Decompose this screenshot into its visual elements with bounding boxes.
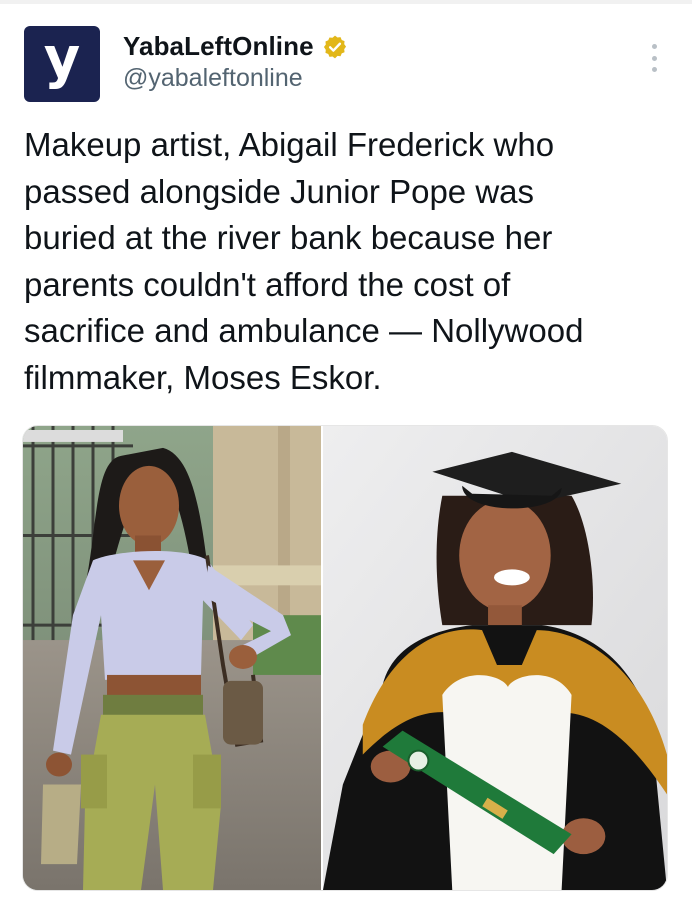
author-name-row: YabaLeftOnline [123,31,348,62]
author-handle[interactable]: @yabaleftonline [123,64,303,93]
tweet-text: Makeup artist, Abigail Frederick who pas… [24,126,584,396]
woman-in-green-cargo-pants-image [23,426,321,890]
media-grid [22,425,668,891]
tweet-post: y YabaLeftOnline @yabaleftonline Makeup … [0,0,692,900]
author-display-name[interactable]: YabaLeftOnline [123,31,314,62]
right-photo[interactable] [321,426,667,890]
more-options-icon[interactable] [644,42,664,74]
graduate-in-gown-image [323,426,667,890]
more-dot [651,44,657,49]
more-dot [651,55,657,61]
author-avatar[interactable]: y [24,26,100,102]
verified-badge-icon [323,35,346,58]
avatar-logo-letter: y [43,26,81,91]
left-photo[interactable] [23,426,321,890]
more-dot [651,67,657,72]
